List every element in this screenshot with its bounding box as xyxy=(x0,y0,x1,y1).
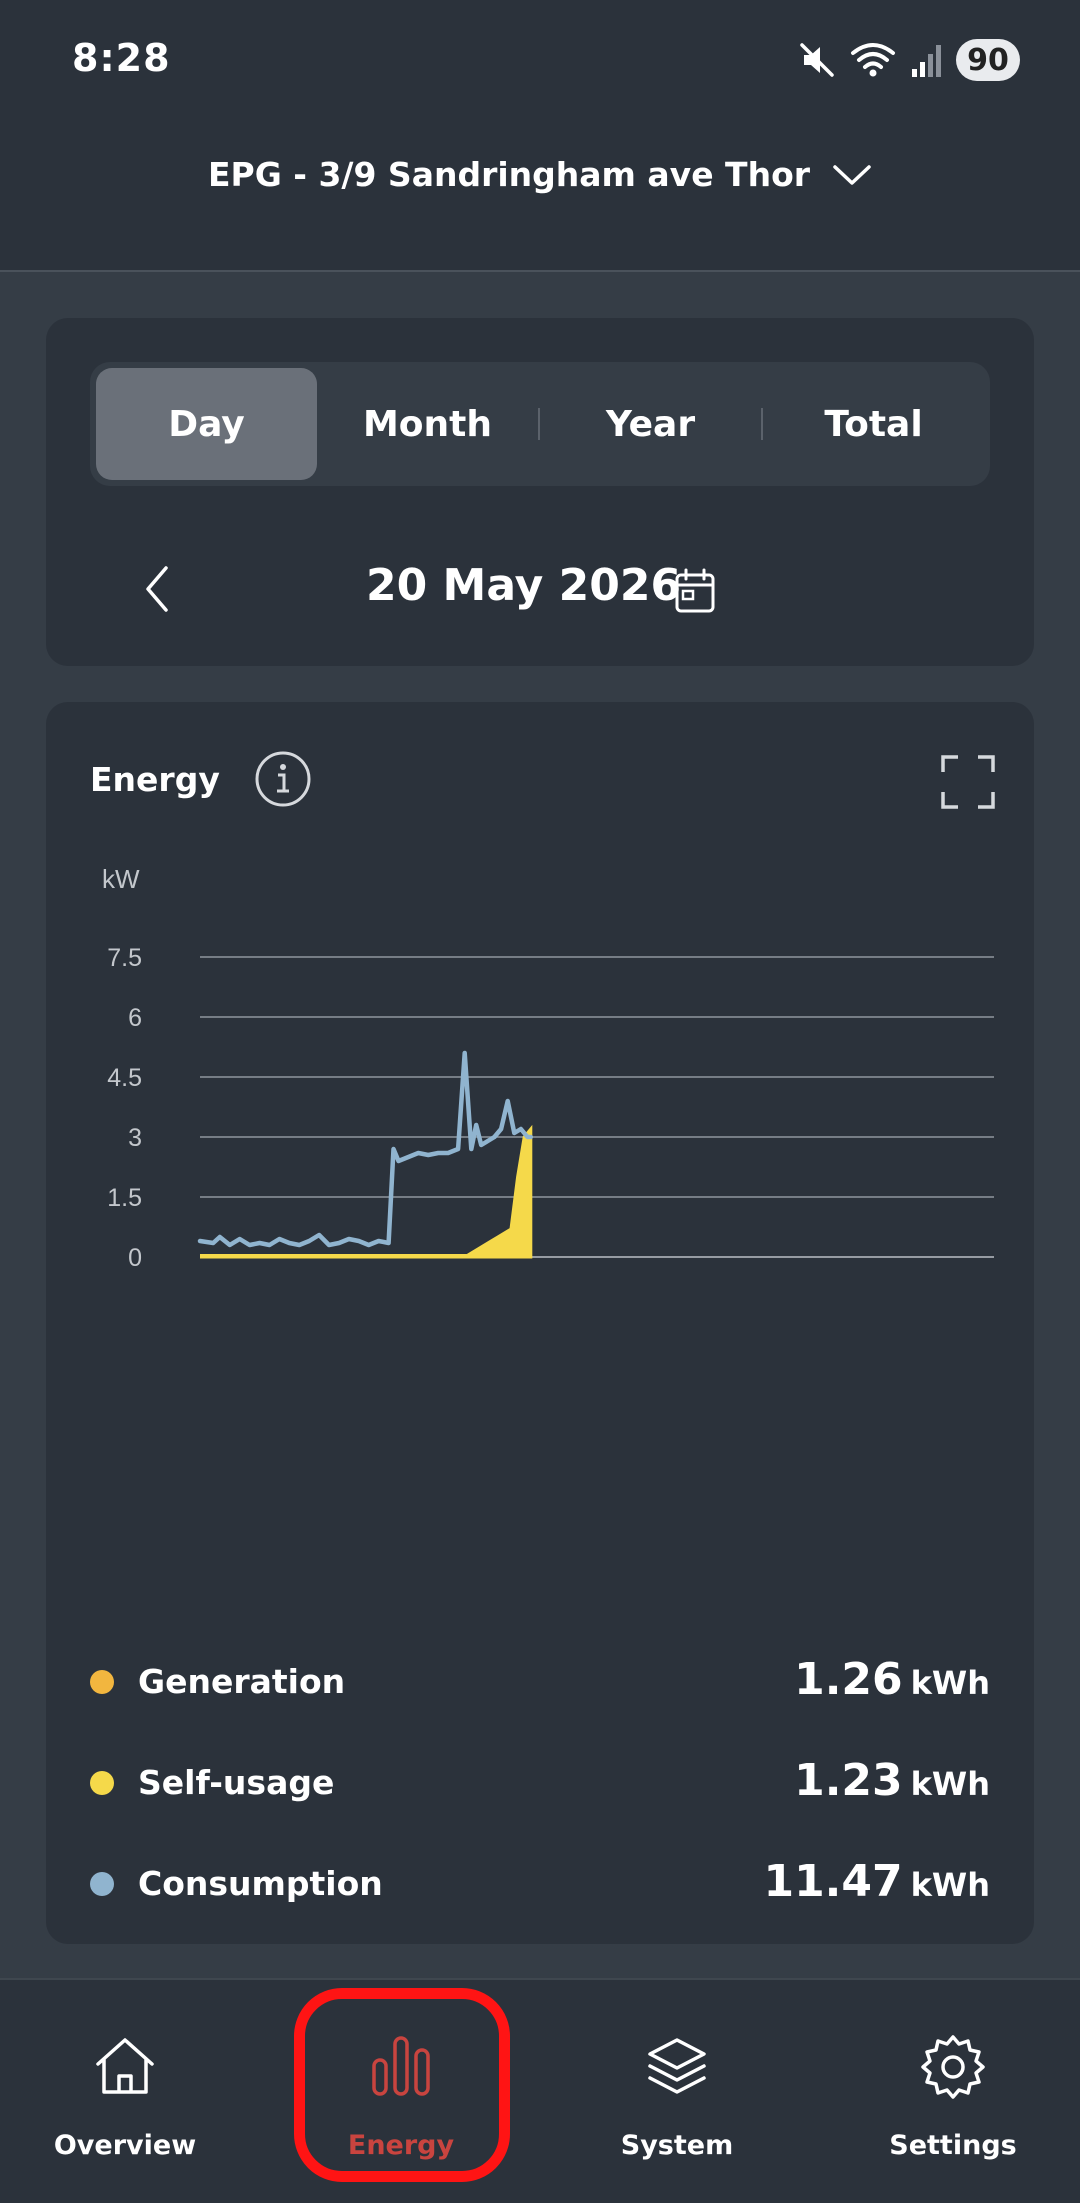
nav-overview[interactable]: Overview xyxy=(25,1980,225,2203)
date-card: Day Month Year Total 20 May 2026 xyxy=(46,318,1034,666)
tab-total[interactable]: Total xyxy=(763,368,984,480)
signal-icon xyxy=(912,45,941,77)
nav-label: Energy xyxy=(347,2130,455,2161)
energy-card: Energy kW 0 1.5 3 4.5 6 7.5 12:00 AM 12:00 PM 1… xyxy=(46,702,1034,1944)
selected-date[interactable]: 20 May 2026 xyxy=(366,560,681,611)
legend-value: 11.47 kWh xyxy=(763,1856,990,1907)
nav-settings[interactable]: Settings xyxy=(853,1980,1053,2203)
site-selector[interactable]: EPG - 3/9 Sandringham ave Thor xyxy=(0,155,1080,194)
bottom-nav: Overview Energy System Settings xyxy=(0,1978,1080,2203)
consumption-value: 11.47 xyxy=(763,1856,903,1907)
tab-day[interactable]: Day xyxy=(96,368,317,480)
self-usage-unit: kWh xyxy=(910,1765,990,1803)
nav-system[interactable]: System xyxy=(577,1980,777,2203)
generation-value: 1.26 xyxy=(794,1654,903,1705)
nav-energy[interactable]: Energy xyxy=(301,1980,501,2203)
legend-label: Generation xyxy=(138,1662,346,1701)
wifi-icon xyxy=(851,43,895,77)
top-bar: 8:28 90 EPG - 3/9 Sandringham ave Thor xyxy=(0,0,1080,272)
legend-label: Self-usage xyxy=(138,1763,335,1802)
tab-month[interactable]: Month xyxy=(317,368,538,480)
legend-label: Consumption xyxy=(138,1864,383,1903)
y-tick-label: 0 xyxy=(128,1244,142,1272)
bar-chart-icon xyxy=(372,2036,430,2096)
generation-unit: kWh xyxy=(910,1664,990,1702)
energy-title: Energy xyxy=(90,760,220,799)
calendar-icon[interactable] xyxy=(674,568,716,614)
info-icon[interactable] xyxy=(254,750,312,808)
y-tick-label: 6 xyxy=(128,1004,142,1032)
tab-year[interactable]: Year xyxy=(540,368,761,480)
gear-icon xyxy=(921,2035,985,2099)
legend-value: 1.23 kWh xyxy=(794,1755,990,1806)
consumption-unit: kWh xyxy=(910,1866,990,1904)
status-icons: 90 xyxy=(798,36,1020,84)
status-time: 8:28 xyxy=(72,36,171,80)
legend-consumption: Consumption 11.47 kWh xyxy=(90,1834,990,1935)
nav-label: System xyxy=(620,2130,734,2161)
nav-label: Settings xyxy=(889,2130,1017,2161)
energy-legend: Generation 1.26 kWh Self-usage 1.23 kWh Co… xyxy=(90,1632,990,1935)
y-tick-label: 1.5 xyxy=(107,1184,142,1212)
legend-self-usage: Self-usage 1.23 kWh xyxy=(90,1733,990,1834)
self-usage-area xyxy=(200,1124,533,1259)
consumption-dot xyxy=(90,1872,114,1896)
mute-icon xyxy=(800,43,834,77)
energy-chart: kW 0 1.5 3 4.5 6 7.5 12:00 AM 12:00 PM 12:00 AM xyxy=(102,864,994,1282)
site-name: EPG - 3/9 Sandringham ave Thor xyxy=(207,155,811,194)
x-tick-label: 12:00 AM xyxy=(200,1280,306,1282)
y-tick-label: 3 xyxy=(128,1124,142,1152)
y-tick-label: 4.5 xyxy=(107,1064,142,1092)
y-tick-label: 7.5 xyxy=(107,944,142,972)
date-navigator: 20 May 2026 xyxy=(46,540,1034,640)
chevron-left-icon[interactable] xyxy=(142,564,172,614)
y-axis-unit: kW xyxy=(102,864,140,894)
self-usage-dot xyxy=(90,1771,114,1795)
period-tabs: Day Month Year Total xyxy=(90,362,990,486)
legend-value: 1.26 kWh xyxy=(794,1654,990,1705)
self-usage-value: 1.23 xyxy=(794,1755,903,1806)
layers-icon xyxy=(648,2038,706,2094)
nav-label: Overview xyxy=(53,2130,197,2161)
battery-level: 90 xyxy=(956,39,1020,81)
x-tick-label: 12:00 PM xyxy=(543,1280,650,1282)
home-icon xyxy=(96,2038,154,2094)
consumption-line xyxy=(197,1050,534,1248)
generation-dot xyxy=(90,1670,114,1694)
fullscreen-icon[interactable] xyxy=(940,754,996,810)
legend-generation: Generation 1.26 kWh xyxy=(90,1632,990,1733)
chevron-down-icon xyxy=(833,164,871,185)
x-tick-label: 12:00 AM xyxy=(888,1280,994,1282)
